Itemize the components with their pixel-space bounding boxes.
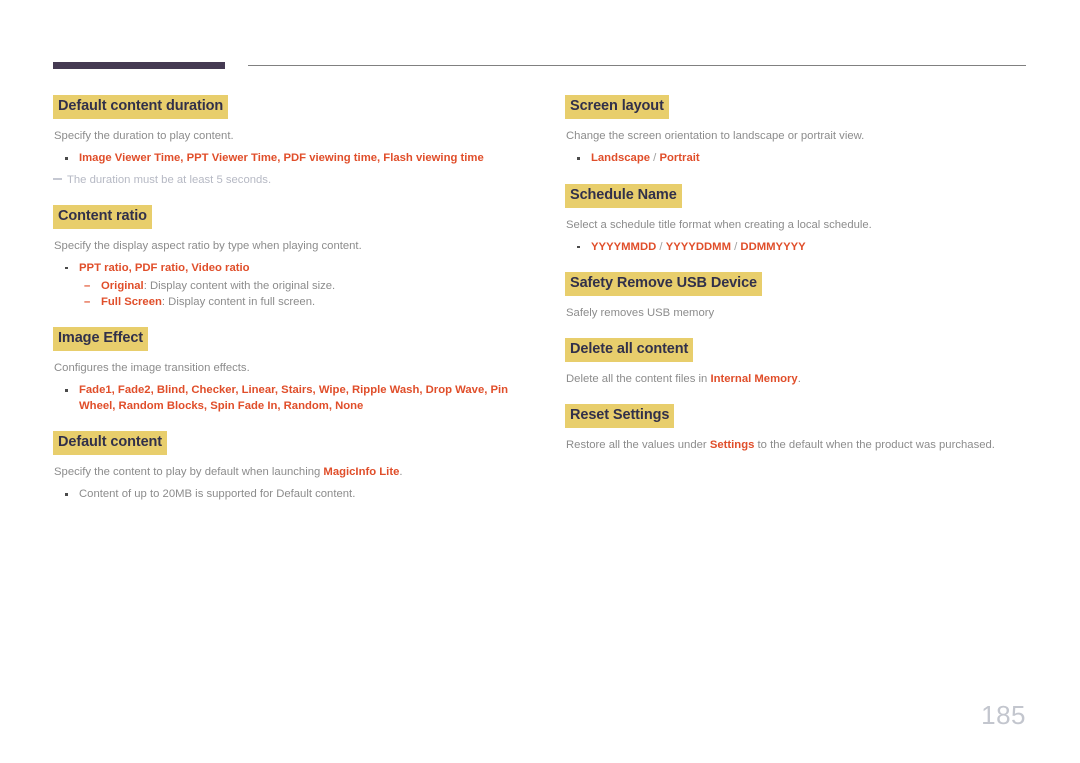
section-note: The duration must be at least 5 seconds. [53, 173, 523, 188]
option-landscape: Landscape [591, 152, 651, 164]
header-rule-thick [53, 62, 225, 69]
section-description: Specify the duration to play content. [54, 130, 234, 142]
option-list: YYYYMMDD / YYYYDDMM / DDMMYYYY [565, 240, 1035, 256]
list-item: Content of up to 20MB is supported for D… [53, 487, 523, 503]
option-yyyyddmm: YYYYDDMM [665, 240, 731, 253]
sub-item-term: Original [101, 280, 144, 292]
section-description: Safely removes USB memory [566, 307, 715, 319]
section-description: Select a schedule title format when crea… [566, 218, 872, 231]
description-suffix: to the default when the product was purc… [754, 439, 995, 451]
section-default-content: Default content Specify the content to p… [53, 431, 523, 503]
list-item: Fade1, Fade2, Blind, Checker, Linear, St… [53, 383, 523, 414]
option-separator: / [730, 240, 741, 253]
section-heading: Default content duration [53, 95, 229, 119]
description-accent: Settings [709, 439, 755, 451]
section-heading: Reset Settings [565, 404, 675, 428]
section-heading: Content ratio [53, 204, 152, 229]
section-heading: Default content [53, 431, 168, 455]
option-list: Image Viewer Time, PPT Viewer Time, PDF … [53, 151, 523, 167]
sub-list-item: Full Screen: Display content in full scr… [53, 294, 523, 310]
section-heading: Screen layout [565, 95, 669, 119]
section-delete-all-content: Delete all content Delete all the conten… [565, 338, 1035, 387]
description-prefix: Delete all the content files in [566, 373, 711, 385]
section-heading: Image Effect [53, 327, 149, 351]
list-item: Image Viewer Time, PPT Viewer Time, PDF … [53, 151, 523, 167]
sub-list-item: Original: Display content with the origi… [53, 278, 523, 294]
description-suffix: . [797, 373, 801, 385]
section-heading: Delete all content [565, 338, 694, 362]
list-item: Landscape / Portrait [565, 151, 1035, 167]
list-item-accent: Default content [276, 488, 353, 500]
option-yyyymmdd: YYYYMMDD [591, 240, 657, 253]
sub-option-list: Original: Display content with the origi… [53, 278, 523, 310]
sub-item-text: : Display content in full screen. [161, 296, 316, 308]
description-accent: Internal Memory [710, 373, 798, 385]
option-separator: / [656, 240, 666, 253]
sub-item-term: Full Screen [101, 296, 162, 308]
section-content-ratio: Content ratio Specify the display aspect… [53, 204, 523, 310]
section-default-content-duration: Default content duration Specify the dur… [53, 95, 523, 188]
option-list: PPT ratio, PDF ratio, Video ratio [53, 261, 523, 277]
option-portrait: Portrait [659, 152, 700, 164]
description-suffix: . [399, 466, 403, 478]
section-description: Specify the content to play by default w… [54, 465, 523, 480]
header-rule-thin [248, 65, 1026, 66]
list-item-suffix: . [352, 488, 356, 500]
page-number: 185 [981, 700, 1026, 730]
option-ddmmyyyy: DDMMYYYY [740, 240, 806, 253]
section-description: Configures the image transition effects. [54, 362, 250, 374]
section-screen-layout: Screen layout Change the screen orientat… [565, 95, 1035, 167]
section-description: Change the screen orientation to landsca… [566, 130, 865, 142]
section-description: Restore all the values under Settings to… [566, 438, 1035, 453]
section-safety-remove-usb-device: Safety Remove USB Device Safely removes … [565, 272, 1035, 321]
list-item: YYYYMMDD / YYYYDDMM / DDMMYYYY [565, 240, 1035, 256]
sub-item-text: : Display content with the original size… [143, 280, 336, 292]
list-item-prefix: Content of up to 20MB is supported for [79, 488, 277, 500]
option-list: Landscape / Portrait [565, 151, 1035, 167]
list-item: PPT ratio, PDF ratio, Video ratio [53, 261, 523, 277]
section-image-effect: Image Effect Configures the image transi… [53, 327, 523, 414]
option-list: Fade1, Fade2, Blind, Checker, Linear, St… [53, 383, 523, 414]
left-column: Default content duration Specify the dur… [53, 95, 523, 503]
section-reset-settings: Reset Settings Restore all the values un… [565, 404, 1035, 453]
right-column: Screen layout Change the screen orientat… [565, 95, 1035, 453]
page-header-rules [0, 62, 1080, 74]
section-schedule-name: Schedule Name Select a schedule title fo… [565, 183, 1035, 256]
section-description: Specify the display aspect ratio by type… [54, 239, 362, 252]
description-prefix: Restore all the values under [566, 439, 710, 451]
description-accent: MagicInfo Lite [323, 466, 400, 478]
description-prefix: Specify the content to play by default w… [54, 466, 324, 478]
note-list: Content of up to 20MB is supported for D… [53, 487, 523, 503]
section-heading: Safety Remove USB Device [565, 272, 762, 296]
section-description: Delete all the content files in Internal… [566, 372, 1035, 387]
section-heading: Schedule Name [565, 183, 682, 208]
